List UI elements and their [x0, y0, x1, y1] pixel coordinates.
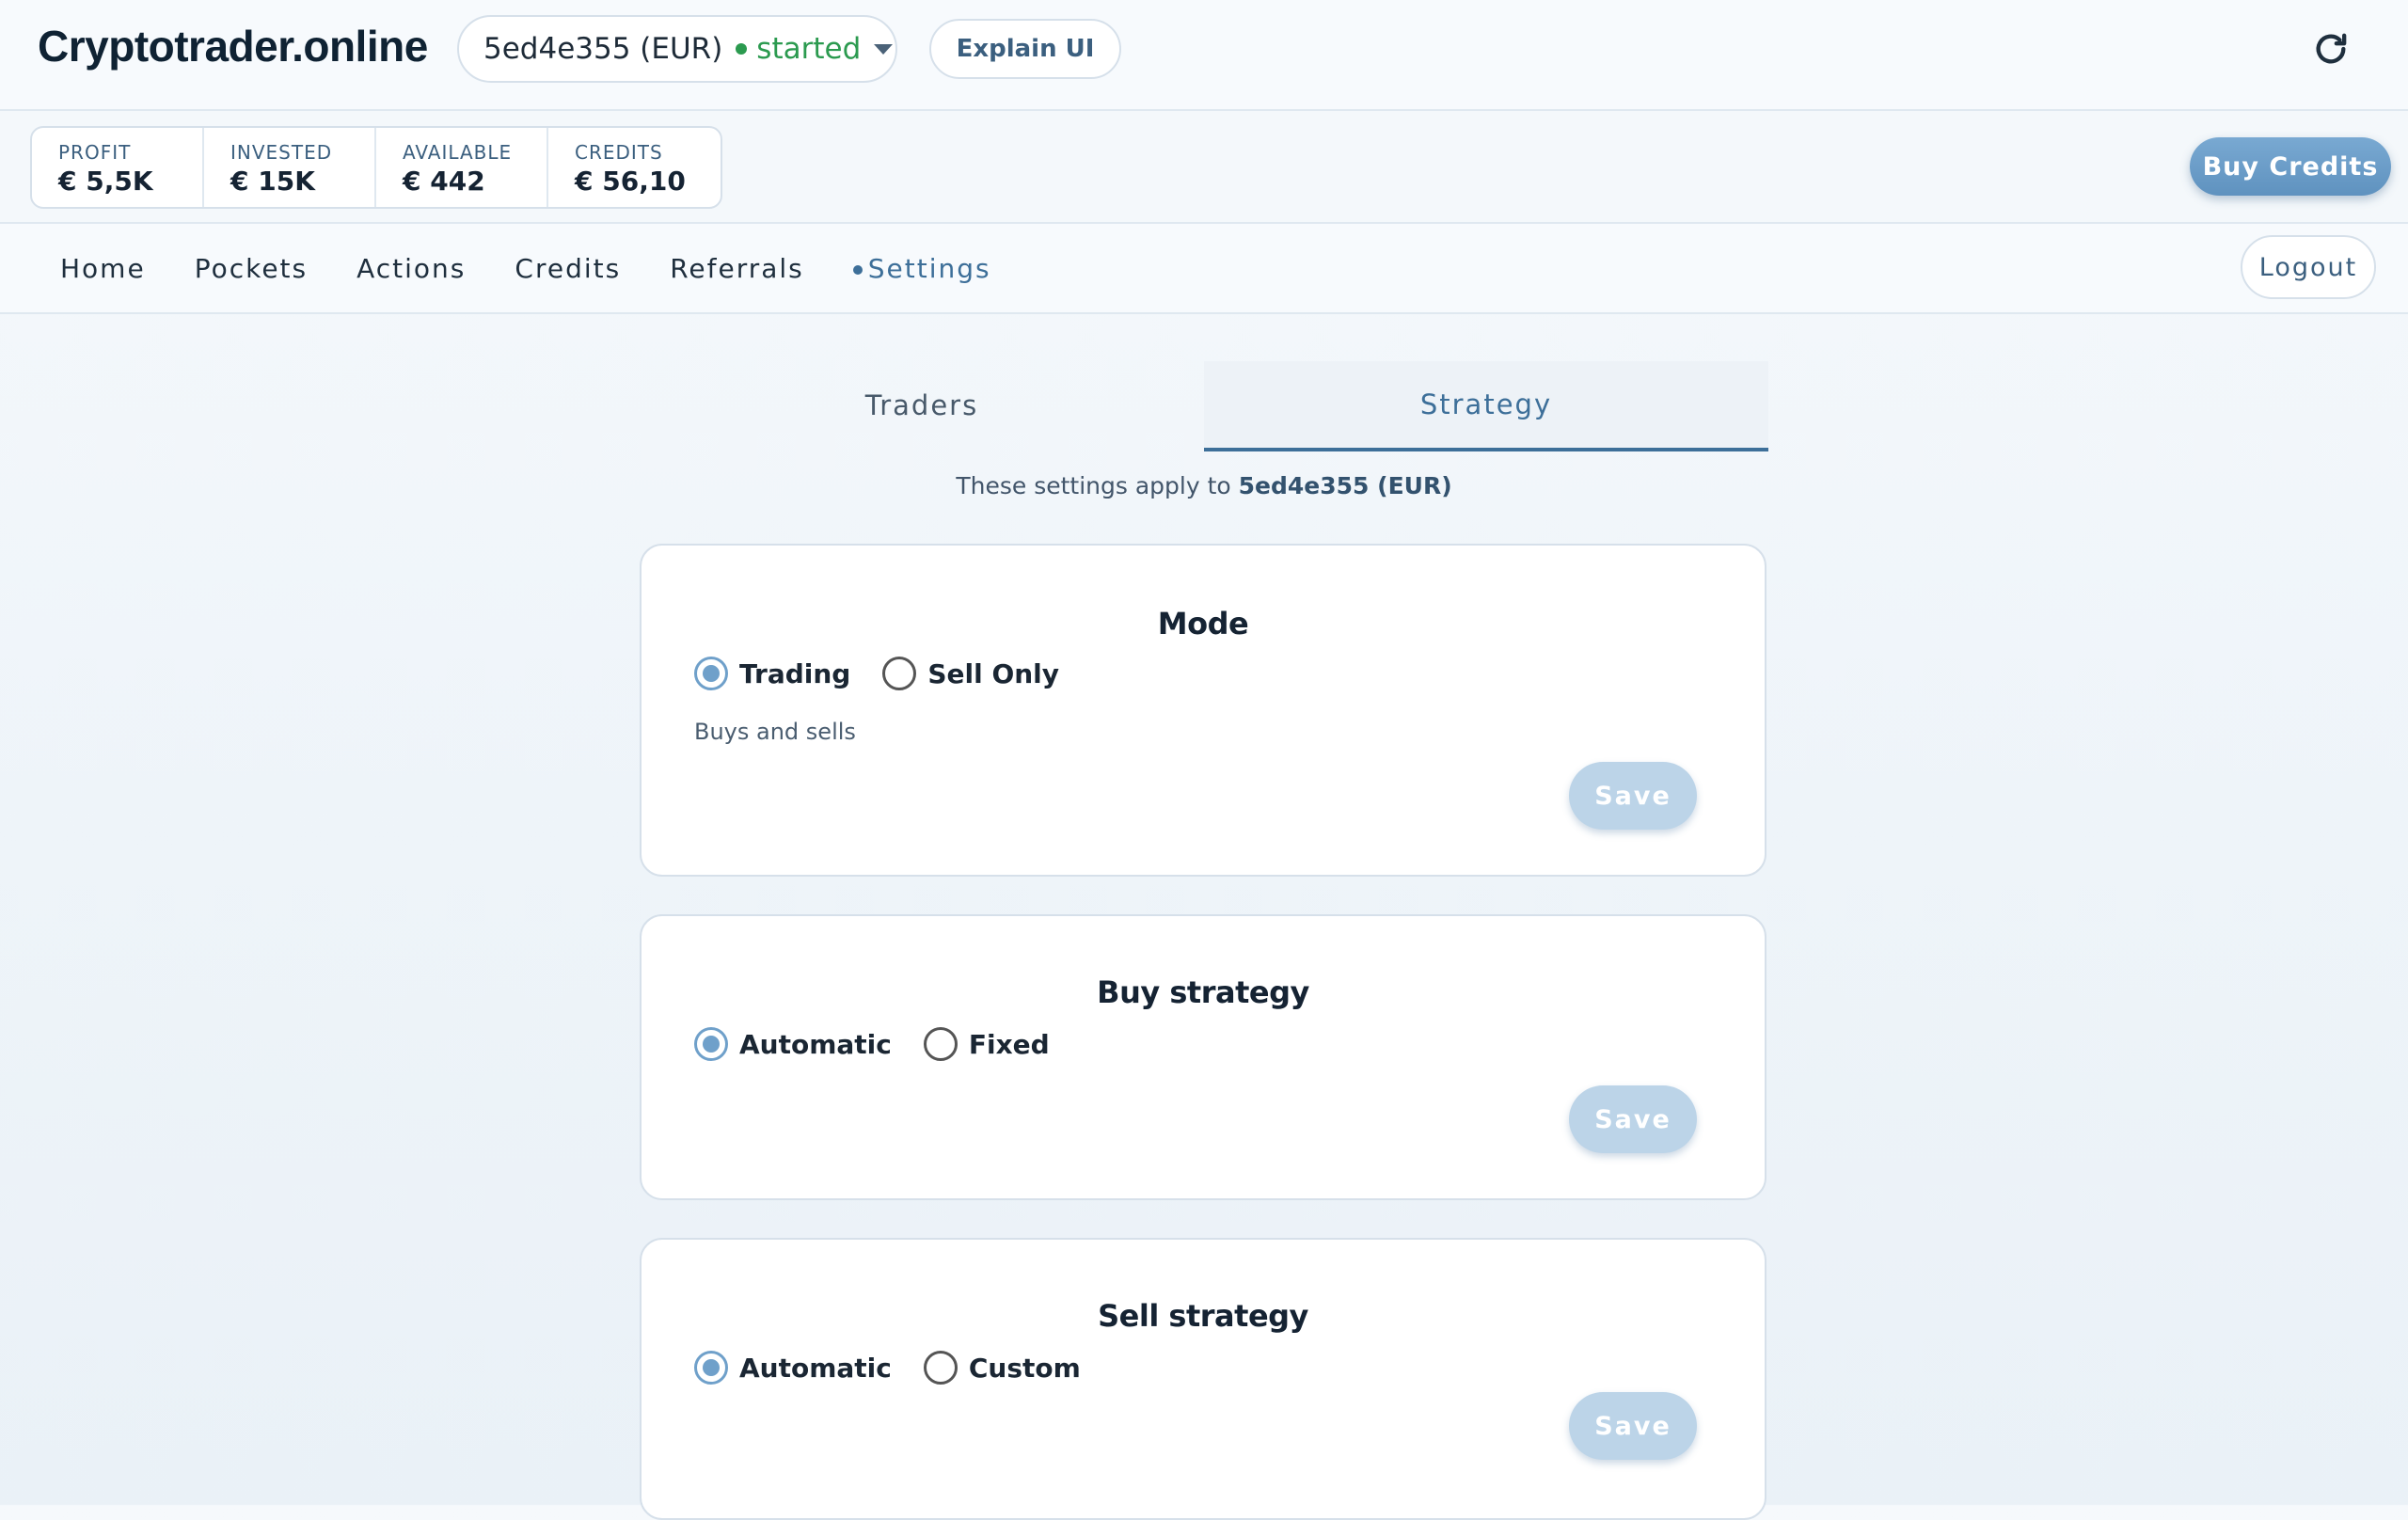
- stat-invested: INVESTED € 15K: [204, 128, 376, 207]
- explain-ui-button[interactable]: Explain UI: [929, 19, 1121, 79]
- radio-sell-custom[interactable]: Custom: [923, 1351, 1081, 1385]
- logout-button[interactable]: Logout: [2241, 235, 2376, 299]
- stat-available: AVAILABLE € 442: [376, 128, 548, 207]
- radio-label: Automatic: [739, 1028, 892, 1060]
- save-button[interactable]: Save: [1569, 762, 1697, 830]
- save-button[interactable]: Save: [1569, 1085, 1697, 1153]
- stat-label: INVESTED: [230, 141, 333, 164]
- active-indicator-icon: [852, 264, 863, 275]
- mode-description: Buys and sells: [694, 719, 856, 745]
- radio-sell-only[interactable]: Sell Only: [882, 657, 1059, 690]
- buy-strategy-card: Buy strategy Automatic Fixed Save: [640, 914, 1766, 1200]
- radio-label: Custom: [968, 1352, 1081, 1384]
- sell-strategy-radio-group: Automatic Custom: [694, 1351, 1113, 1385]
- nav-item-settings[interactable]: Settings: [852, 252, 991, 284]
- tab-traders[interactable]: Traders: [640, 361, 1204, 450]
- tab-strategy[interactable]: Strategy: [1204, 361, 1768, 451]
- stats-bar: PROFIT € 5,5K INVESTED € 15K AVAILABLE €…: [0, 111, 2408, 224]
- radio-label: Fixed: [968, 1028, 1050, 1060]
- mode-radio-group: Trading Sell Only: [694, 657, 1091, 690]
- radio-sell-automatic[interactable]: Automatic: [694, 1351, 892, 1385]
- buy-strategy-radio-group: Automatic Fixed: [694, 1027, 1082, 1061]
- stat-value: € 442: [403, 166, 485, 197]
- buy-credits-button[interactable]: Buy Credits: [2190, 137, 2391, 196]
- mode-card: Mode Trading Sell Only Buys and sells Sa…: [640, 544, 1766, 877]
- nav-menu: Home Pockets Actions Credits Referrals S…: [60, 224, 1040, 312]
- radio-label: Trading: [739, 657, 851, 689]
- sell-strategy-card: Sell strategy Automatic Custom Save: [640, 1238, 1766, 1520]
- stat-label: AVAILABLE: [403, 141, 513, 164]
- settings-scope-note: These settings apply to 5ed4e355 (EUR): [640, 472, 1768, 499]
- nav-item-pockets[interactable]: Pockets: [195, 253, 308, 284]
- settings-tabs: Traders Strategy: [640, 361, 1768, 451]
- radio-checked-icon: [694, 657, 728, 690]
- card-title: Mode: [1157, 606, 1249, 641]
- radio-unchecked-icon: [882, 657, 917, 690]
- status-dot-icon: [736, 43, 748, 55]
- app-logo[interactable]: Cryptotrader.online: [38, 21, 428, 71]
- stats-panel: PROFIT € 5,5K INVESTED € 15K AVAILABLE €…: [30, 126, 722, 209]
- nav-item-home[interactable]: Home: [60, 253, 146, 284]
- save-button[interactable]: Save: [1569, 1392, 1697, 1460]
- radio-checked-icon: [694, 1027, 728, 1061]
- radio-unchecked-icon: [923, 1027, 958, 1061]
- nav-item-settings-label: Settings: [867, 252, 991, 284]
- pocket-status: started: [756, 32, 862, 66]
- refresh-icon[interactable]: [2312, 30, 2350, 68]
- chevron-down-icon: [874, 43, 894, 55]
- logo-text: ryptotrader.online: [68, 22, 429, 71]
- pocket-selector[interactable]: 5ed4e355 (EUR) started: [457, 15, 897, 83]
- radio-label: Sell Only: [927, 657, 1060, 689]
- card-title: Buy strategy: [1097, 974, 1309, 1010]
- stat-value: € 15K: [230, 166, 315, 197]
- stat-value: € 56,10: [575, 166, 686, 197]
- nav-item-referrals[interactable]: Referrals: [670, 253, 804, 284]
- main-nav: Home Pockets Actions Credits Referrals S…: [0, 224, 2408, 314]
- radio-label: Automatic: [739, 1352, 892, 1384]
- stat-credits: CREDITS € 56,10: [548, 128, 721, 207]
- radio-buy-fixed[interactable]: Fixed: [923, 1027, 1050, 1061]
- radio-unchecked-icon: [923, 1351, 958, 1385]
- top-bar: Cryptotrader.online 5ed4e355 (EUR) start…: [0, 0, 2408, 111]
- radio-trading[interactable]: Trading: [694, 657, 850, 690]
- radio-checked-icon: [694, 1351, 728, 1385]
- stat-label: PROFIT: [58, 141, 132, 164]
- note-pocket: 5ed4e355 (EUR): [1238, 472, 1452, 499]
- nav-item-credits[interactable]: Credits: [515, 253, 621, 284]
- nav-item-actions[interactable]: Actions: [356, 253, 466, 284]
- stat-label: CREDITS: [575, 141, 663, 164]
- radio-buy-automatic[interactable]: Automatic: [694, 1027, 892, 1061]
- note-text: These settings apply to: [956, 472, 1239, 499]
- card-title: Sell strategy: [1098, 1298, 1308, 1334]
- stat-profit: PROFIT € 5,5K: [32, 128, 204, 207]
- logo-mark-icon: C: [38, 22, 69, 71]
- stat-value: € 5,5K: [58, 166, 153, 197]
- pocket-name: 5ed4e355 (EUR): [483, 32, 723, 66]
